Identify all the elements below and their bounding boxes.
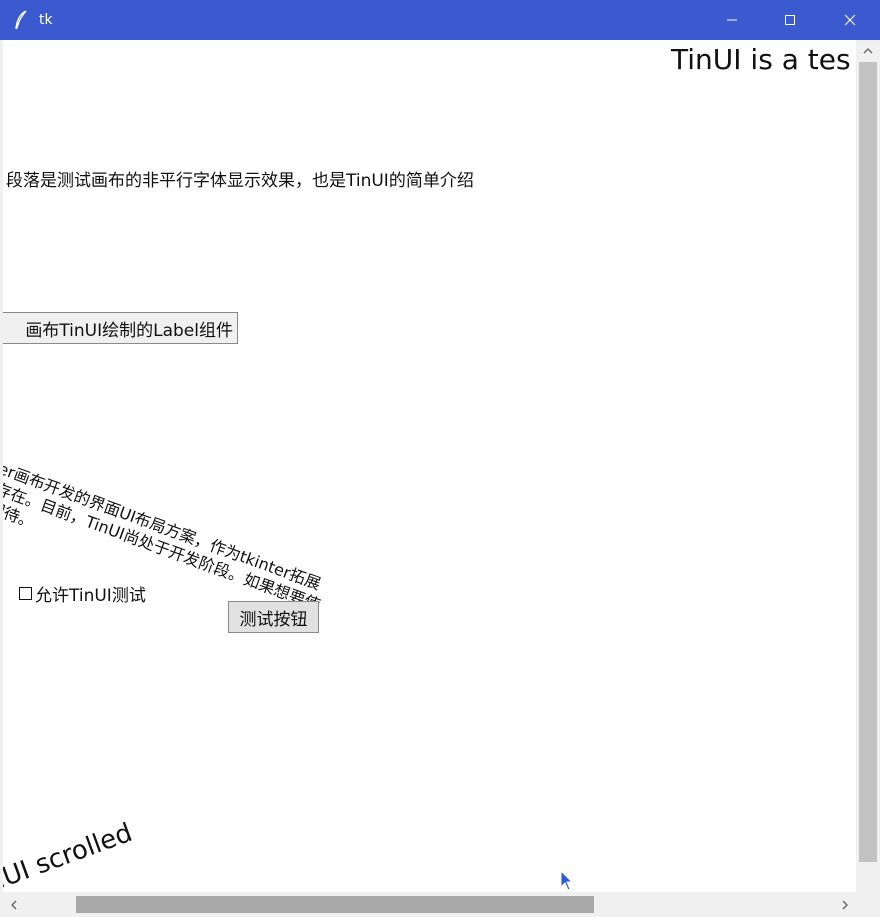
close-button[interactable]: [820, 0, 880, 40]
minimize-icon: [727, 19, 737, 21]
vertical-scroll-thumb[interactable]: [859, 62, 877, 862]
mouse-pointer-icon: [560, 869, 574, 892]
tk-window: tk TinUI is a tes 段落是测试画布的非平行字体显示效果，也是Ti…: [0, 0, 880, 917]
minimize-button[interactable]: [703, 0, 761, 40]
vertical-scrollbar[interactable]: [856, 40, 880, 892]
chevron-up-icon: [863, 48, 873, 54]
title-bar[interactable]: tk: [0, 0, 880, 40]
horizontal-scroll-thumb[interactable]: [76, 896, 594, 913]
maximize-icon: [785, 15, 795, 25]
checkbox-allow-test[interactable]: 允许TinUI测试: [19, 581, 146, 606]
scroll-left-button[interactable]: [3, 892, 25, 917]
checkbox-box[interactable]: [19, 587, 32, 600]
maximize-button[interactable]: [761, 0, 819, 40]
label-widget: 画布TinUI绘制的Label组件: [3, 312, 238, 344]
paragraph-text: 段落是测试画布的非平行字体显示效果，也是TinUI的简单介绍: [6, 171, 474, 191]
horizontal-scrollbar[interactable]: [3, 892, 856, 917]
checkbox-label: 允许TinUI测试: [35, 586, 146, 606]
headline-text: TinUI is a tes: [671, 43, 851, 76]
scrolled-text: nUI scrolled: [3, 817, 137, 892]
close-icon: [844, 14, 856, 26]
scroll-up-button[interactable]: [856, 40, 880, 62]
window-title: tk: [39, 12, 53, 28]
chevron-right-icon: [842, 900, 848, 909]
chevron-left-icon: [11, 900, 17, 909]
feather-icon: [14, 10, 30, 30]
test-button[interactable]: 测试按钮: [228, 601, 319, 633]
tinui-canvas[interactable]: TinUI is a tes 段落是测试画布的非平行字体显示效果，也是TinUI…: [3, 40, 856, 892]
scroll-right-button[interactable]: [834, 892, 856, 917]
scrollbar-corner: [856, 892, 880, 917]
